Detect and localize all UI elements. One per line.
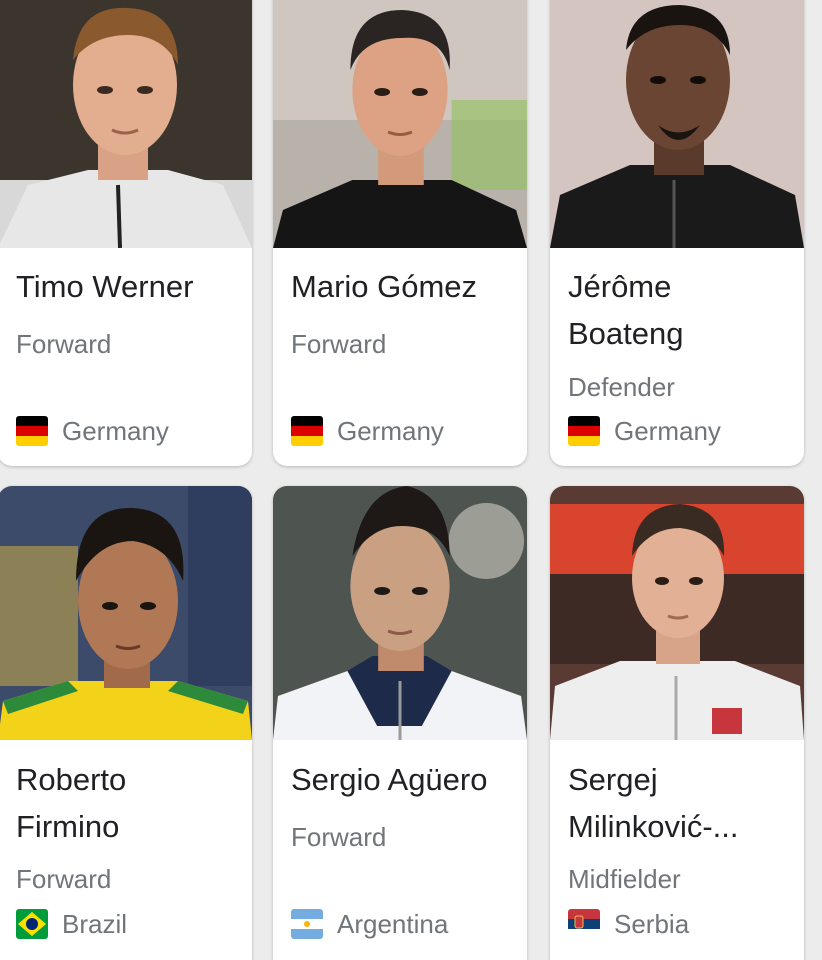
serbia-flag-icon [568, 909, 600, 939]
player-position: Forward [16, 864, 112, 894]
player-name: Roberto Firmino [16, 762, 127, 844]
player-position: Defender [568, 372, 675, 402]
player-name: Sergio Agüero [291, 762, 488, 797]
player-photo [550, 486, 804, 740]
player-card[interactable]: Sergej Milinković-... Midfielder Serbia [550, 486, 804, 960]
player-photo [273, 0, 527, 248]
argentina-flag-icon [291, 909, 323, 939]
player-country: Germany [291, 414, 444, 448]
country-label: Germany [337, 416, 444, 446]
player-name: Timo Werner [16, 269, 194, 304]
country-label: Argentina [337, 909, 449, 939]
player-card[interactable]: Timo Werner Forward Germany [0, 0, 252, 466]
player-position: Midfielder [568, 864, 681, 894]
player-card[interactable]: Mario Gómez Forward Germany [273, 0, 527, 466]
player-position: Forward [291, 329, 387, 359]
brazil-flag-icon [16, 909, 48, 939]
country-label: Germany [614, 416, 721, 446]
player-country: Germany [16, 414, 169, 448]
player-card[interactable]: Jérôme Boateng Defender Germany [550, 0, 804, 466]
country-label: Serbia [614, 909, 690, 939]
player-photo [273, 486, 527, 740]
player-country: Serbia [568, 907, 689, 941]
player-photo [0, 486, 252, 740]
player-country: Brazil [16, 907, 127, 941]
player-name: Mario Gómez [291, 269, 478, 304]
germany-flag-icon [16, 416, 48, 446]
player-country: Germany [568, 414, 721, 448]
player-position: Forward [291, 822, 387, 852]
player-photo [0, 0, 252, 248]
player-card-grid: Timo Werner Forward Germany Mario Gómez … [0, 0, 822, 960]
player-card[interactable]: Roberto Firmino Forward Brazil [0, 486, 252, 960]
player-position: Forward [16, 329, 112, 359]
player-photo [550, 0, 804, 248]
country-label: Germany [62, 416, 169, 446]
germany-flag-icon [568, 416, 600, 446]
country-label: Brazil [62, 909, 128, 939]
player-name: Jérôme Boateng [568, 269, 684, 351]
player-country: Argentina [291, 907, 448, 941]
player-name: Sergej Milinković-... [568, 762, 739, 844]
player-card[interactable]: Sergio Agüero Forward Argentina [273, 486, 527, 960]
germany-flag-icon [291, 416, 323, 446]
